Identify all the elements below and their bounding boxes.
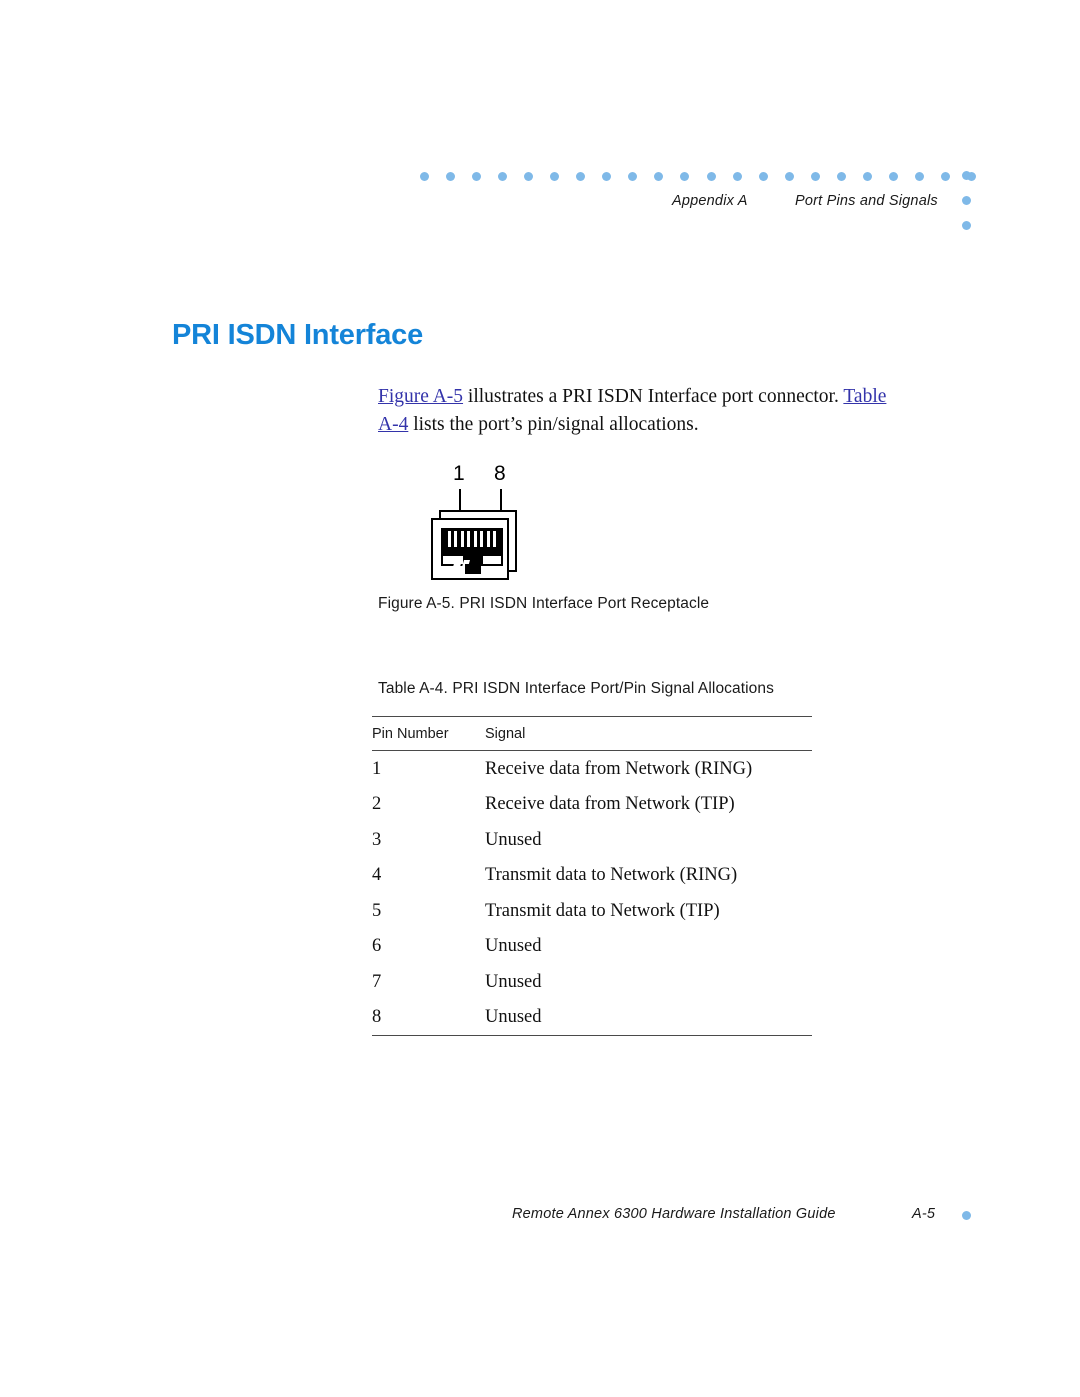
cell-signal: Unused bbox=[485, 936, 542, 956]
cell-pin-number: 4 bbox=[372, 865, 382, 885]
header-rule-dot bbox=[680, 171, 690, 181]
table-row: 8 Unused bbox=[372, 1000, 812, 1036]
connector-contact bbox=[467, 531, 471, 547]
pin-1-label: 1 bbox=[453, 462, 465, 485]
cell-signal: Receive data from Network (TIP) bbox=[485, 794, 735, 814]
table-body: 1 Receive data from Network (RING) 2 Receiv… bbox=[372, 750, 812, 1036]
footer-dot bbox=[962, 1211, 971, 1220]
table-row: 7 Unused bbox=[372, 964, 812, 1000]
connector-contact bbox=[486, 531, 490, 547]
header-corner-dot bbox=[962, 171, 971, 180]
header-rule-dot bbox=[758, 171, 768, 181]
header-rule-dot bbox=[420, 171, 429, 181]
connector-contact bbox=[460, 531, 464, 547]
cell-signal: Unused bbox=[485, 1007, 542, 1027]
cell-signal: Unused bbox=[485, 971, 542, 992]
header-corner-dots bbox=[962, 171, 972, 231]
table-row: 2 Receive data from Network (TIP) bbox=[372, 787, 812, 823]
connector-front-panel bbox=[431, 518, 509, 580]
cell-signal: Unused bbox=[485, 829, 542, 850]
header-corner-dot bbox=[962, 196, 971, 205]
header-rule-dot bbox=[472, 171, 482, 181]
header-corner-dot bbox=[962, 221, 971, 230]
table-row: 6 Unused bbox=[372, 929, 812, 965]
intro-text-part-2: lists the port’s pin/signal allocations. bbox=[408, 413, 699, 435]
cell-signal: Transmit data to Network (TIP) bbox=[485, 900, 720, 921]
header-rule-dot bbox=[888, 171, 898, 181]
header-rule-dot bbox=[628, 171, 638, 181]
header-rule-dot bbox=[914, 171, 924, 181]
cell-pin-number: 3 bbox=[372, 829, 382, 850]
table-row: 1 Receive data from Network (RING) bbox=[372, 750, 812, 787]
page-header: Appendix A Port Pins and Signals bbox=[0, 0, 1080, 250]
header-rule-dot bbox=[706, 171, 716, 181]
header-rule-dot bbox=[550, 171, 560, 181]
header-section-label: Port Pins and Signals bbox=[795, 193, 938, 209]
header-rule-dot bbox=[862, 171, 872, 181]
cell-pin-number: 7 bbox=[372, 971, 382, 992]
page-title: PRI ISDN Interface bbox=[172, 319, 424, 352]
intro-text-part-1: illustrates a PRI ISDN Interface port co… bbox=[463, 385, 844, 407]
header-dot-rule bbox=[420, 171, 976, 181]
connector-diagram: 1 8 bbox=[428, 463, 538, 588]
table-bottom-rule bbox=[372, 1035, 812, 1036]
cell-signal: Transmit data to Network (RING) bbox=[485, 865, 738, 885]
cell-pin-number: 8 bbox=[372, 1007, 382, 1027]
table-row: 5 Transmit data to Network (TIP) bbox=[372, 893, 812, 929]
connector-cavity bbox=[441, 528, 503, 574]
footer-page-number: A-5 bbox=[912, 1206, 936, 1222]
connector-contact bbox=[480, 531, 484, 547]
table-caption: Table A-4. PRI ISDN Interface Port/Pin S… bbox=[378, 680, 774, 697]
column-header-signal: Signal bbox=[485, 716, 812, 751]
connector-latch-tab bbox=[465, 564, 481, 574]
header-rule-dot bbox=[498, 171, 508, 181]
table-row: 4 Transmit data to Network (RING) bbox=[372, 858, 812, 894]
table-bottom-rule-left bbox=[372, 1035, 485, 1036]
header-rule-dot bbox=[810, 171, 820, 181]
table-header-row: Pin Number Signal bbox=[372, 716, 812, 751]
header-rule-dot bbox=[576, 171, 586, 181]
header-rule-dot bbox=[654, 171, 664, 181]
connector-contact bbox=[492, 531, 496, 547]
cell-signal: Receive data from Network (RING) bbox=[485, 750, 812, 787]
connector-contacts bbox=[448, 531, 496, 547]
connector-notch-right bbox=[483, 556, 501, 564]
footer-document-title: Remote Annex 6300 Hardware Installation … bbox=[512, 1206, 836, 1222]
cell-pin-number: 2 bbox=[372, 794, 382, 814]
cell-pin-number: 1 bbox=[372, 750, 485, 787]
table-header: Pin Number Signal bbox=[372, 716, 812, 751]
column-header-pin-number: Pin Number bbox=[372, 716, 485, 751]
header-rule-dot bbox=[836, 171, 846, 181]
figure-cross-reference-link[interactable]: Figure A-5 bbox=[378, 386, 463, 407]
header-rule-dot bbox=[940, 171, 950, 181]
table-row: 3 Unused bbox=[372, 822, 812, 858]
figure-caption: Figure A-5. PRI ISDN Interface Port Rece… bbox=[378, 595, 710, 612]
connector-contact bbox=[454, 531, 458, 547]
header-rule-dot bbox=[524, 171, 534, 181]
cell-pin-number: 5 bbox=[372, 900, 382, 921]
table-bottom-rule-right bbox=[485, 1035, 812, 1036]
pin-signal-table: Pin Number Signal 1 Receive data from Net… bbox=[372, 716, 812, 1036]
connector-contact bbox=[448, 531, 451, 547]
rj45-connector-icon bbox=[431, 510, 517, 580]
header-appendix-label: Appendix A bbox=[672, 193, 748, 209]
page-footer: Remote Annex 6300 Hardware Installation … bbox=[0, 1200, 1080, 1240]
cell-pin-number: 6 bbox=[372, 936, 382, 956]
header-rule-dot bbox=[602, 171, 612, 181]
header-rule-dot bbox=[732, 171, 742, 181]
connector-contact bbox=[473, 531, 477, 547]
header-rule-dot bbox=[784, 171, 794, 181]
pin-8-label: 8 bbox=[494, 462, 506, 485]
intro-paragraph: Figure A-5 illustrates a PRI ISDN Interf… bbox=[378, 383, 898, 439]
header-rule-dot bbox=[446, 171, 456, 181]
